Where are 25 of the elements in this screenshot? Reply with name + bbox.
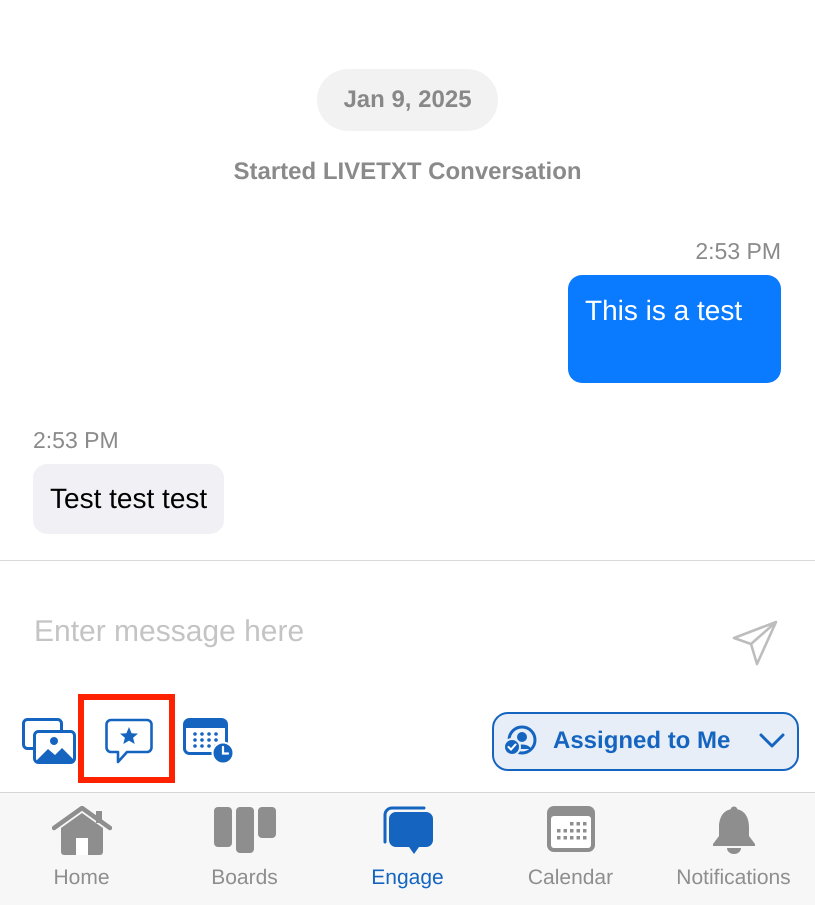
message-bubble: This is a test	[568, 275, 781, 383]
message-time: 2:53 PM	[695, 237, 781, 265]
conversation-event: Started LIVETXT Conversation	[233, 157, 582, 187]
assignment-filter-button[interactable]: Assigned to Me	[492, 712, 799, 770]
tab-bar-item[interactable]: Notifications	[652, 793, 815, 905]
star-chat-icon	[105, 718, 153, 764]
chevron-down-icon	[759, 733, 785, 749]
house-icon	[52, 806, 112, 856]
date-chip: Jan 9, 2025	[317, 69, 498, 131]
toolbar-button[interactable]	[22, 717, 76, 765]
chat-bubbles-icon	[382, 806, 434, 856]
send-icon	[732, 620, 778, 666]
columns-icon	[214, 806, 276, 854]
tab-bar-item[interactable]: Boards	[163, 793, 326, 905]
calendar-icon	[546, 806, 594, 852]
message-time: 2:53 PM	[33, 426, 119, 454]
tab-bar-item[interactable]: Home	[0, 793, 163, 905]
message-bubble: Test test test	[33, 464, 224, 534]
toolbar-button[interactable]	[102, 717, 156, 765]
tab-bar-item[interactable]: Calendar	[489, 793, 652, 905]
calendar-clock-icon	[183, 717, 235, 765]
user-check-icon	[503, 725, 537, 757]
tab-bar-item[interactable]: Engage	[326, 793, 489, 905]
message-input[interactable]: Enter message here	[34, 614, 715, 650]
photos-icon	[22, 718, 76, 764]
